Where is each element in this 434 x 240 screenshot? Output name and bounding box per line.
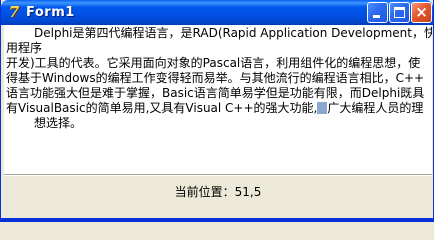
divider	[4, 174, 432, 176]
minimize-icon	[373, 15, 380, 18]
minimize-button[interactable]	[367, 2, 388, 23]
memo-line: Delphi是第四代编程语言，是RAD(Rapid Application De…	[34, 26, 432, 40]
window-title: Form1	[26, 5, 75, 20]
memo-line: 语言功能强大但是难于掌握，Basic语言简单易学但是功能有限，而Delphi既具	[6, 86, 425, 100]
memo-line: 开发)工具的代表。它采用面向对象的Pascal语言，利用组件化的编程思想，使	[6, 56, 421, 70]
memo-line: 想选择。	[34, 116, 83, 130]
text-cursor-highlight	[317, 102, 328, 114]
memo-line: 有VisualBasic的简单易用,又具有Visual C++的强大功能, 广大编…	[6, 101, 428, 116]
close-button[interactable]: ×	[411, 2, 432, 23]
form1-window: 7 Form1 × Delphi是第四代编程语言，是RAD(Rapid Appl…	[0, 0, 434, 222]
delphi-app-icon[interactable]: 7	[6, 4, 22, 20]
memo-text-area[interactable]: Delphi是第四代编程语言，是RAD(Rapid Application De…	[4, 25, 432, 174]
memo-line: 得基于Windows的编程工作变得轻而易举。与其他流行的编程语言相比，C++	[6, 71, 425, 85]
close-icon: ×	[415, 3, 428, 21]
memo-line-part: 有VisualBasic的简单易用,又具有Visual C++的强大功能,	[6, 101, 318, 115]
memo-line-part: 广大编程人员的理	[327, 101, 424, 115]
window-bottom-border	[1, 218, 433, 221]
memo-line: 用程序	[6, 41, 43, 55]
maximize-icon	[394, 7, 405, 18]
maximize-button[interactable]	[389, 2, 410, 23]
cursor-position-label: 当前位置：51,5	[174, 185, 262, 199]
title-bar[interactable]: 7 Form1 ×	[1, 0, 433, 25]
